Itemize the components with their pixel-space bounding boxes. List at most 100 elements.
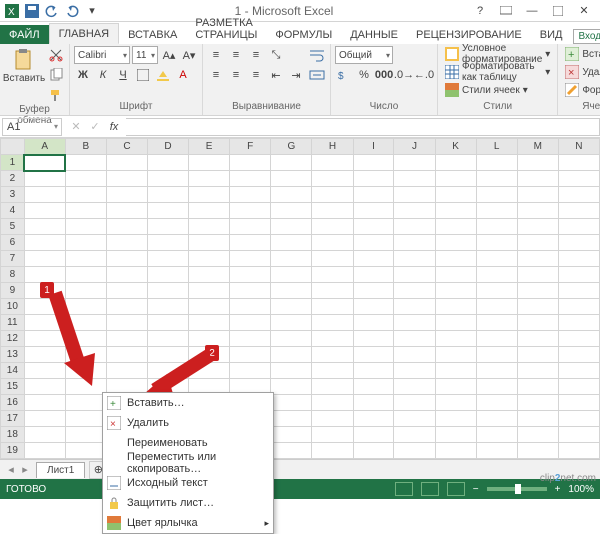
cell[interactable]: [517, 235, 558, 251]
cell[interactable]: [312, 411, 353, 427]
cell[interactable]: [24, 203, 65, 219]
col-header[interactable]: H: [312, 139, 353, 155]
cell[interactable]: [230, 315, 271, 331]
cell[interactable]: [476, 363, 517, 379]
row-header[interactable]: 19: [1, 443, 25, 459]
cell[interactable]: [476, 427, 517, 443]
italic-icon[interactable]: К: [94, 66, 112, 84]
cell[interactable]: [394, 379, 435, 395]
cell[interactable]: [312, 427, 353, 443]
cell[interactable]: [230, 363, 271, 379]
cell[interactable]: [65, 235, 106, 251]
cell[interactable]: [230, 299, 271, 315]
cell[interactable]: [476, 315, 517, 331]
cell[interactable]: [312, 155, 353, 171]
cell[interactable]: [435, 427, 476, 443]
cell[interactable]: [312, 203, 353, 219]
cell[interactable]: [24, 267, 65, 283]
cell[interactable]: [435, 363, 476, 379]
cell[interactable]: [106, 331, 147, 347]
cell[interactable]: [189, 299, 230, 315]
cell[interactable]: [435, 187, 476, 203]
cell[interactable]: [147, 203, 188, 219]
decrease-font-icon[interactable]: A▾: [180, 46, 198, 64]
cell[interactable]: [271, 267, 312, 283]
cell[interactable]: [189, 331, 230, 347]
cell[interactable]: [517, 219, 558, 235]
cell[interactable]: [476, 171, 517, 187]
cell[interactable]: [476, 379, 517, 395]
row-header[interactable]: 1: [1, 155, 25, 171]
cell[interactable]: [24, 331, 65, 347]
cell[interactable]: [558, 235, 599, 251]
cell[interactable]: [271, 235, 312, 251]
cell[interactable]: [517, 331, 558, 347]
cell[interactable]: [271, 331, 312, 347]
col-header[interactable]: L: [476, 139, 517, 155]
cell[interactable]: [394, 187, 435, 203]
ctx-rename[interactable]: Переименовать: [103, 433, 273, 453]
cell[interactable]: [147, 219, 188, 235]
cell[interactable]: [558, 395, 599, 411]
ctx-tab-color[interactable]: Цвет ярлычка▸: [103, 513, 273, 533]
decrease-decimal-icon[interactable]: ←.0: [415, 66, 433, 84]
border-icon[interactable]: [134, 66, 152, 84]
cell[interactable]: [353, 187, 394, 203]
formula-input[interactable]: [126, 118, 600, 136]
cell[interactable]: [312, 315, 353, 331]
cell[interactable]: [271, 411, 312, 427]
cell[interactable]: [271, 171, 312, 187]
tab-review[interactable]: РЕЦЕНЗИРОВАНИЕ: [407, 25, 531, 44]
cell[interactable]: [271, 155, 312, 171]
cell[interactable]: [435, 299, 476, 315]
indent-increase-icon[interactable]: ⇥: [287, 66, 305, 84]
cell[interactable]: [24, 347, 65, 363]
cell[interactable]: [558, 219, 599, 235]
cell[interactable]: [106, 235, 147, 251]
col-header[interactable]: J: [394, 139, 435, 155]
tab-data[interactable]: ДАННЫЕ: [341, 25, 407, 44]
cell[interactable]: [435, 283, 476, 299]
cell[interactable]: [24, 427, 65, 443]
cell[interactable]: [353, 363, 394, 379]
cell[interactable]: [230, 235, 271, 251]
cell[interactable]: [65, 171, 106, 187]
wrap-text-icon[interactable]: [308, 46, 326, 64]
cell[interactable]: [65, 347, 106, 363]
redo-icon[interactable]: [64, 3, 80, 19]
cell[interactable]: [65, 219, 106, 235]
cell[interactable]: [312, 171, 353, 187]
row-header[interactable]: 16: [1, 395, 25, 411]
cell-styles-button[interactable]: Стили ячеек ▾: [442, 82, 553, 98]
row-header[interactable]: 9: [1, 283, 25, 299]
cell[interactable]: [558, 347, 599, 363]
col-header[interactable]: A: [24, 139, 65, 155]
cell[interactable]: [189, 155, 230, 171]
cell[interactable]: [24, 395, 65, 411]
row-header[interactable]: 12: [1, 331, 25, 347]
cell[interactable]: [65, 363, 106, 379]
cell[interactable]: [558, 171, 599, 187]
cell[interactable]: [312, 299, 353, 315]
col-header[interactable]: F: [230, 139, 271, 155]
cell[interactable]: [106, 187, 147, 203]
col-header[interactable]: B: [65, 139, 106, 155]
cell[interactable]: [353, 155, 394, 171]
cell[interactable]: [230, 347, 271, 363]
cell[interactable]: [65, 251, 106, 267]
cell[interactable]: [271, 299, 312, 315]
cell[interactable]: [353, 219, 394, 235]
cell[interactable]: [517, 171, 558, 187]
cell[interactable]: [476, 235, 517, 251]
cell[interactable]: [353, 395, 394, 411]
increase-font-icon[interactable]: A▴: [160, 46, 178, 64]
cell[interactable]: [312, 187, 353, 203]
sign-in-link[interactable]: Вход: [573, 29, 600, 44]
row-header[interactable]: 2: [1, 171, 25, 187]
row-header[interactable]: 18: [1, 427, 25, 443]
cell[interactable]: [517, 267, 558, 283]
row-header[interactable]: 3: [1, 187, 25, 203]
cell[interactable]: [517, 347, 558, 363]
close-icon[interactable]: ✕: [572, 2, 596, 20]
cell[interactable]: [558, 251, 599, 267]
